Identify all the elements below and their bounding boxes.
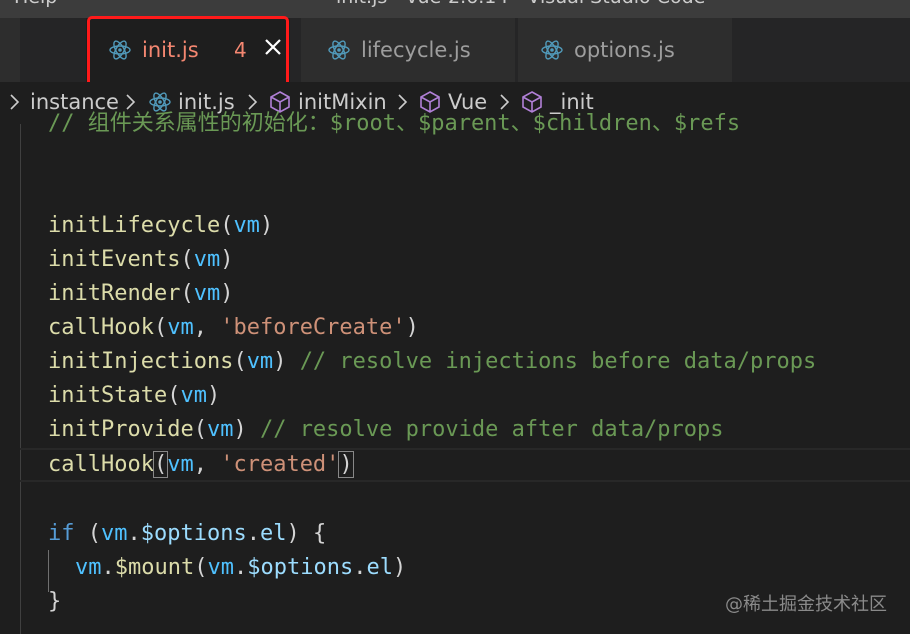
tab-options-js[interactable]: options.js [518, 18, 732, 82]
react-icon [540, 38, 564, 62]
code-line: vm.$mount(vm.$options.el) [75, 555, 407, 580]
window-title: init.js - vue-2.6.14 - Visual Studio Cod… [336, 0, 705, 8]
chevron-right-icon [10, 94, 20, 110]
code-editor[interactable]: // 组件关系属性的初始化：$root、$parent、$children、$r… [0, 111, 910, 634]
code-line: } [48, 589, 62, 614]
code-line: initInjections(vm) // resolve injections… [48, 349, 817, 374]
tab-label: lifecycle.js [361, 38, 471, 62]
code-line: initLifecycle(vm) [48, 213, 274, 238]
tab-lifecycle-js[interactable]: lifecycle.js [301, 18, 515, 82]
code-line: initState(vm) [48, 383, 221, 408]
indent-guide [20, 124, 21, 634]
tab-label: options.js [574, 38, 675, 62]
code-line: initRender(vm) [48, 281, 234, 306]
react-icon [327, 38, 351, 62]
code-line: initProvide(vm) // resolve provide after… [48, 417, 724, 442]
code-line-current: callHook(vm, 'created') [48, 451, 354, 478]
highlight-box [87, 16, 289, 90]
code-line: callHook(vm, 'beforeCreate') [48, 315, 419, 340]
watermark: @稀土掘金技术社区 [725, 594, 887, 615]
code-comment-line: // 组件关系属性的初始化：$root、$parent、$children、$r… [48, 111, 741, 136]
code-line: initEvents(vm) [48, 247, 234, 272]
code-line: if (vm.$options.el) { [48, 521, 327, 546]
menu-help[interactable]: Help [14, 0, 57, 8]
tab-partial[interactable] [0, 18, 20, 82]
